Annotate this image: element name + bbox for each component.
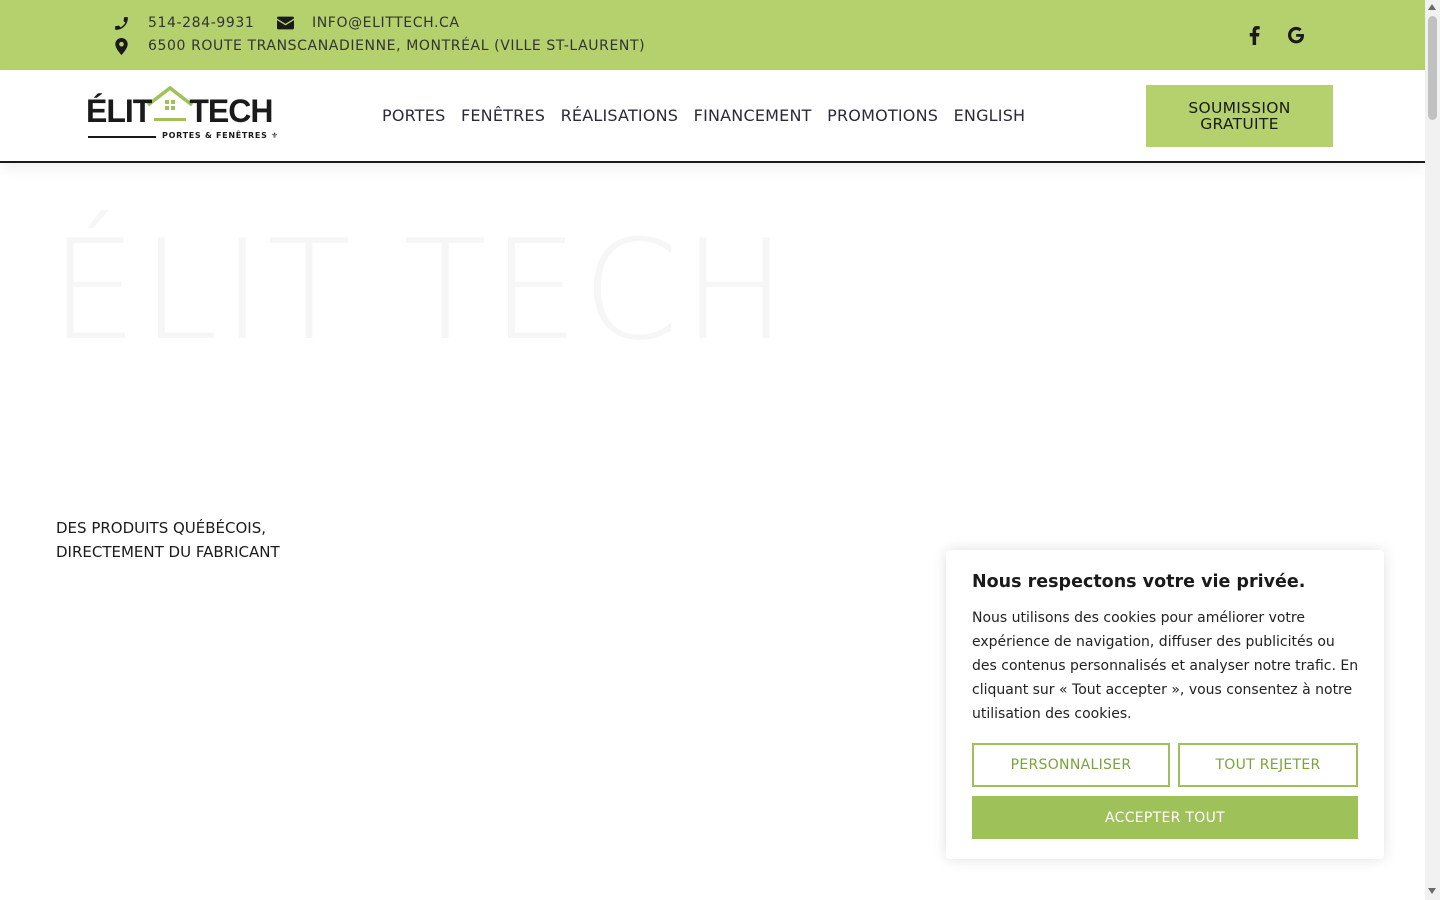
cookie-title: Nous respectons votre vie privée. <box>972 572 1306 592</box>
logo-word-left: ÉLIT <box>86 93 152 129</box>
elittech-logo[interactable]: ÉLIT TECH PORTES & FENÊTRES ⚜ <box>86 85 278 143</box>
cookie-description: Nous utilisons des cookies pour améliore… <box>972 610 1359 722</box>
nav-realisations[interactable]: RÉALISATIONS <box>561 106 679 125</box>
envelope-icon <box>276 14 294 32</box>
nav-fenetres[interactable]: FENÊTRES <box>461 106 545 125</box>
scroll-up-arrow-icon[interactable] <box>1428 4 1436 10</box>
email-address: INFO@ELITTECH.CA <box>312 15 460 31</box>
scroll-down-arrow-icon[interactable] <box>1428 888 1436 894</box>
nav-financement[interactable]: FINANCEMENT <box>694 106 812 125</box>
hero-subtitle-line-2: DIRECTEMENT DU FABRICANT <box>56 543 280 561</box>
top-contact-bar: 514-284-9931 INFO@ELITTECH.CA 6500 ROUTE… <box>0 0 1425 70</box>
address-contact[interactable]: 6500 ROUTE TRANSCANADIENNE, MONTRÉAL (VI… <box>112 37 645 55</box>
main-header: ÉLIT TECH PORTES & FENÊTRES ⚜ PORTES FENÊ… <box>0 70 1425 163</box>
cta-line-1: SOUMISSION <box>1188 99 1291 117</box>
logo-underline <box>88 136 156 138</box>
page-scrollbar[interactable] <box>1425 0 1440 900</box>
facebook-icon[interactable] <box>1242 22 1266 48</box>
logo-tagline: PORTES & FENÊTRES ⚜ <box>162 131 279 140</box>
cta-line-2: GRATUITE <box>1200 115 1279 133</box>
scrollbar-thumb[interactable] <box>1428 16 1437 120</box>
nav-portes[interactable]: PORTES <box>382 106 445 125</box>
customize-cookies-button[interactable]: PERSONNALISER <box>972 743 1170 787</box>
email-contact[interactable]: INFO@ELITTECH.CA <box>276 14 460 32</box>
map-pin-icon <box>112 37 130 55</box>
street-address: 6500 ROUTE TRANSCANADIENNE, MONTRÉAL (VI… <box>148 38 646 54</box>
hero-title: ÉLIT TECH <box>50 210 791 371</box>
nav-promotions[interactable]: PROMOTIONS <box>827 106 938 125</box>
hero-subtitle: DES PRODUITS QUÉBÉCOIS, DIRECTEMENT DU F… <box>56 516 356 564</box>
cookie-consent-panel: Nous respectons votre vie privée. Nous u… <box>946 550 1384 859</box>
phone-number: 514-284-9931 <box>148 15 255 31</box>
logo-word-right: TECH <box>189 93 273 129</box>
free-quote-button[interactable]: SOUMISSION GRATUITE <box>1146 85 1333 147</box>
reject-all-button[interactable]: TOUT REJETER <box>1178 743 1358 787</box>
main-navigation: PORTES FENÊTRES RÉALISATIONS FINANCEMENT… <box>382 106 1041 125</box>
phone-contact[interactable]: 514-284-9931 <box>112 14 254 32</box>
google-icon[interactable] <box>1284 22 1308 48</box>
phone-icon <box>112 14 130 32</box>
hero-subtitle-line-1: DES PRODUITS QUÉBÉCOIS, <box>56 519 267 537</box>
nav-english[interactable]: ENGLISH <box>954 106 1026 125</box>
logo-wordmark: ÉLIT TECH <box>86 93 273 130</box>
accept-all-button[interactable]: ACCEPTER TOUT <box>972 796 1358 839</box>
page: 514-284-9931 INFO@ELITTECH.CA 6500 ROUTE… <box>0 0 1425 900</box>
